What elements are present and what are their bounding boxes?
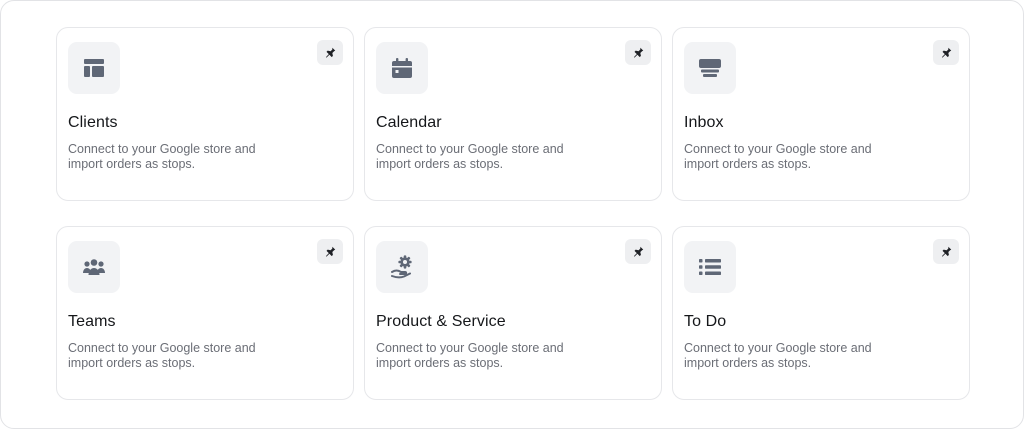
pin-icon — [941, 47, 952, 58]
pin-button[interactable] — [933, 40, 959, 65]
card-icon-box — [684, 42, 736, 94]
card-calendar[interactable]: Calendar Connect to your Google store an… — [364, 27, 662, 201]
pin-button[interactable] — [317, 239, 343, 264]
pin-button[interactable] — [933, 239, 959, 264]
card-description: Connect to your Google store and import … — [68, 142, 256, 171]
card-title: Clients — [68, 114, 118, 131]
calendar-icon — [392, 58, 412, 78]
card-description: Connect to your Google store and import … — [684, 142, 872, 171]
cards-grid: Clients Connect to your Google store and… — [56, 27, 970, 400]
pin-icon — [325, 246, 336, 257]
card-to-do[interactable]: To Do Connect to your Google store and i… — [672, 226, 970, 400]
card-icon-box — [68, 42, 120, 94]
card-description: Connect to your Google store and import … — [684, 341, 872, 370]
card-description: Connect to your Google store and import … — [376, 142, 564, 171]
card-icon-box — [68, 241, 120, 293]
pin-button[interactable] — [317, 40, 343, 65]
card-title: Product & Service — [376, 313, 506, 330]
card-teams[interactable]: Teams Connect to your Google store and i… — [56, 226, 354, 400]
card-icon-box — [376, 241, 428, 293]
pin-icon — [633, 246, 644, 257]
pin-button[interactable] — [625, 239, 651, 264]
pin-button[interactable] — [625, 40, 651, 65]
pin-icon — [633, 47, 644, 58]
card-title: Calendar — [376, 114, 442, 131]
card-clients[interactable]: Clients Connect to your Google store and… — [56, 27, 354, 201]
card-title: To Do — [684, 313, 727, 330]
card-description: Connect to your Google store and import … — [376, 341, 564, 370]
inbox-icon — [699, 59, 721, 77]
app-panel: Clients Connect to your Google store and… — [0, 0, 1024, 429]
users-icon — [83, 259, 105, 275]
pin-icon — [325, 47, 336, 58]
card-icon-box — [684, 241, 736, 293]
card-product-service[interactable]: Product & Service Connect to your Google… — [364, 226, 662, 400]
card-description: Connect to your Google store and import … — [68, 341, 256, 370]
pin-icon — [941, 246, 952, 257]
card-title: Teams — [68, 313, 116, 330]
list-icon — [699, 259, 721, 275]
card-inbox[interactable]: Inbox Connect to your Google store and i… — [672, 27, 970, 201]
hand-gear-icon — [391, 255, 412, 279]
layout-icon — [84, 59, 104, 77]
card-title: Inbox — [684, 114, 724, 131]
card-icon-box — [376, 42, 428, 94]
